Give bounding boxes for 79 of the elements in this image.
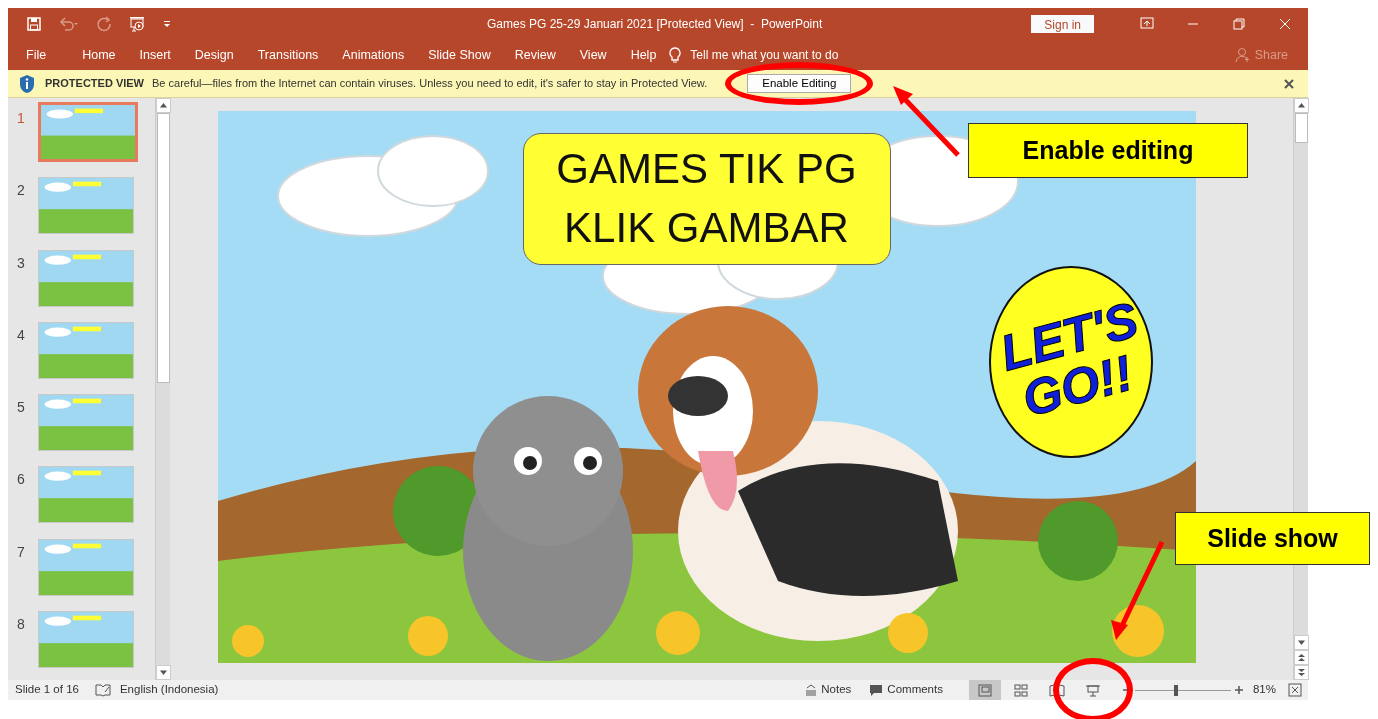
normal-view-icon[interactable]	[976, 682, 993, 698]
down-triangle-icon	[1296, 668, 1306, 677]
zoom-slider-thumb[interactable]	[1173, 684, 1178, 696]
undo-icon[interactable]	[58, 16, 80, 32]
customize-toolbar-icon[interactable]	[162, 19, 172, 29]
scrollbar-thumb[interactable]	[1294, 113, 1308, 143]
down-triangle-icon	[1296, 638, 1306, 647]
presentation-icon[interactable]	[128, 16, 146, 32]
notes-icon	[805, 684, 818, 696]
spelling-check-icon[interactable]	[94, 683, 111, 697]
comments-button[interactable]: Comments	[869, 681, 943, 699]
sign-in-button[interactable]: Sign in	[1031, 15, 1094, 33]
close-icon[interactable]	[1277, 16, 1293, 32]
redo-icon[interactable]	[96, 16, 112, 32]
annotation-callout: Slide show	[1175, 512, 1370, 565]
ribbon-tab[interactable]: File	[18, 45, 71, 65]
ribbon-tab[interactable]: Help	[618, 45, 669, 65]
zoom-in-icon[interactable]	[1234, 686, 1243, 694]
ribbon-tab[interactable]: Review	[502, 45, 568, 65]
scroll-down-button[interactable]	[155, 665, 171, 680]
slide-number: 3	[16, 253, 26, 273]
down-triangle-icon	[158, 668, 168, 677]
slide-thumbnail[interactable]	[38, 610, 134, 668]
protected-view-message: Be careful—files from the Internet can contain viruses. Unless you need to edit, it's safer to stay in Protected View.	[152, 76, 708, 92]
slide-number: 8	[16, 614, 26, 634]
speech-bubble-icon	[869, 683, 884, 697]
slide-number: 7	[16, 542, 26, 562]
slide-thumbnail[interactable]	[38, 102, 138, 162]
scroll-up-button[interactable]	[155, 98, 171, 113]
window-title: Games PG 25-29 Januari 2021 [Protected View] - PowerPoint	[486, 16, 824, 33]
enable-editing-button[interactable]: Enable Editing	[747, 74, 852, 93]
ribbon-tab[interactable]: Design	[182, 45, 246, 65]
protected-view-title: PROTECTED VIEW	[45, 76, 144, 92]
pointer-arrow	[893, 86, 960, 157]
up-triangle-icon	[1296, 101, 1306, 110]
scroll-up-button[interactable]	[1293, 98, 1309, 113]
book-icon[interactable]	[1048, 682, 1065, 698]
slide-thumbnail[interactable]	[38, 538, 134, 596]
annotation-callout: Enable editing	[968, 123, 1248, 178]
notes-button[interactable]: Notes	[805, 681, 852, 699]
ribbon-tab[interactable]: Slide Show	[416, 45, 503, 65]
next-slide-button[interactable]	[1293, 665, 1309, 680]
lightbulb-icon	[668, 46, 683, 64]
slide-thumbnail[interactable]	[38, 249, 134, 307]
slide-info: Slide 1 of 16	[15, 682, 79, 698]
slide-number: 1	[16, 109, 26, 128]
slide-number: 2	[16, 181, 26, 201]
slide-title-text: KLIK GAMBAR	[564, 203, 849, 253]
scroll-down-button[interactable]	[1293, 635, 1309, 650]
ribbon-tab[interactable]: Transitions	[245, 45, 331, 65]
lets-go-text: LET'S GO!!	[994, 296, 1145, 428]
zoom-percentage[interactable]: 81%	[1252, 681, 1276, 699]
ribbon-display-icon[interactable]	[1139, 16, 1155, 32]
fit-to-window-icon[interactable]	[1288, 683, 1302, 697]
ribbon-tab[interactable]: View	[567, 45, 619, 65]
slide-thumbnail[interactable]	[38, 466, 134, 524]
slide-sorter-icon[interactable]	[1012, 682, 1029, 698]
language-indicator[interactable]: English (Indonesia)	[119, 681, 219, 699]
slide-thumbnail[interactable]	[38, 177, 134, 235]
shield-info-icon	[18, 73, 36, 94]
projector-screen-icon[interactable]	[1084, 682, 1101, 698]
restore-icon[interactable]	[1231, 16, 1247, 32]
save-icon[interactable]	[26, 16, 42, 32]
slide-number: 4	[16, 325, 26, 345]
previous-slide-button[interactable]	[1293, 650, 1309, 665]
ribbon-tab[interactable]: Home	[70, 45, 128, 65]
slide-number: 5	[16, 398, 26, 417]
ribbon-tab[interactable]: Insert	[127, 45, 183, 65]
scrollbar-thumb[interactable]	[156, 113, 170, 383]
slide-thumbnail[interactable]	[38, 394, 134, 451]
slide-thumbnail[interactable]	[38, 321, 134, 379]
up-triangle-icon	[158, 101, 168, 110]
person-icon	[1234, 47, 1251, 63]
slide-title-text: GAMES TIK PG	[556, 144, 857, 195]
ribbon-tab[interactable]: Animations	[330, 45, 417, 65]
close-icon[interactable]	[1284, 78, 1294, 89]
slide-number: 6	[16, 470, 26, 490]
up-triangle-icon	[1296, 653, 1306, 662]
tell-me-search-field[interactable]: Tell me what you want to do	[690, 46, 856, 64]
